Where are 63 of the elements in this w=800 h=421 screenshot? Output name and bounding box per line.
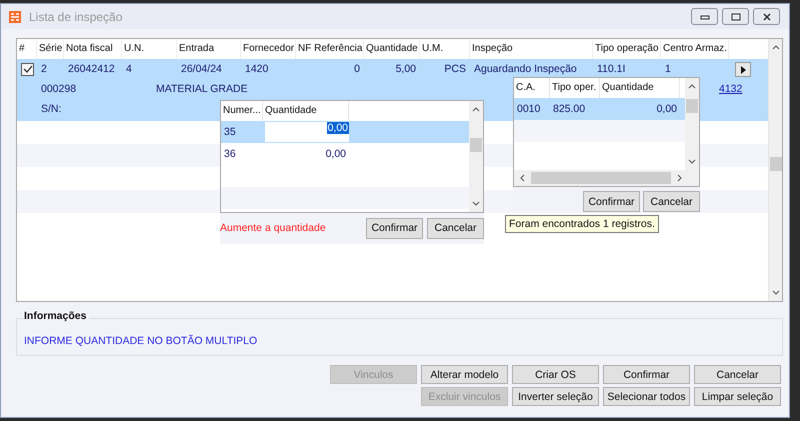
table-cell-text: 0010 xyxy=(516,103,542,115)
popup-button[interactable]: Confirmar xyxy=(583,191,640,212)
scrollbar-thumb[interactable] xyxy=(770,157,782,171)
table-cell-text: S/N: xyxy=(40,103,62,115)
app-icon xyxy=(9,10,21,22)
scroll-down-icon[interactable] xyxy=(472,201,480,207)
action-button[interactable]: Confirmar xyxy=(603,365,690,384)
maximize-icon xyxy=(730,12,740,20)
action-button[interactable]: Inverter seleção xyxy=(512,387,599,406)
scroll-up-icon[interactable] xyxy=(688,83,696,89)
scroll-left-icon[interactable] xyxy=(519,174,525,182)
table-cell-text: Aguardando Inspeção xyxy=(473,63,578,75)
list-row[interactable]: 36 0,00 xyxy=(221,143,469,165)
table-cell-text: 2 xyxy=(40,63,48,75)
table-cell-text: 1420 xyxy=(244,63,270,75)
caret-right-icon xyxy=(740,66,746,74)
tooltip: Foram encontrados 1 registros. xyxy=(505,215,659,233)
group-title: Informações xyxy=(24,310,90,322)
minimize-button[interactable] xyxy=(691,8,718,25)
scroll-down-icon[interactable] xyxy=(772,290,780,296)
table-cell-text: 0 xyxy=(353,63,361,75)
table-cell-text: 26/04/24 xyxy=(180,63,223,75)
table-cell-text: 0,00 xyxy=(656,103,678,115)
list-row[interactable]: 35 0,00 xyxy=(221,121,469,143)
row-link[interactable]: 4132 xyxy=(719,83,742,95)
action-button[interactable]: Limpar seleção xyxy=(694,387,781,406)
list-row[interactable]: 0010 825.00 0,00 xyxy=(514,98,685,120)
info-message: INFORME QUANTIDADE NO BOTÃO MULTIPLO xyxy=(24,335,258,347)
table-cell-text: 0,00 xyxy=(324,148,347,160)
minimize-icon xyxy=(700,14,710,20)
table-cell-text: 4 xyxy=(125,63,133,75)
warning-message: Aumente a quantidade xyxy=(220,222,327,234)
scroll-right-icon[interactable] xyxy=(677,174,683,182)
action-button[interactable]: Alterar modelo xyxy=(421,365,508,384)
row-checkbox[interactable] xyxy=(20,62,34,76)
table-cell-text: 825.00 xyxy=(552,103,586,115)
scrollbar-thumb[interactable] xyxy=(686,99,698,113)
scroll-up-icon[interactable] xyxy=(772,44,780,50)
action-button[interactable]: Selecionar todos xyxy=(603,387,690,406)
table-cell-text: 5,00 xyxy=(394,63,417,75)
scrollbar-thumb[interactable] xyxy=(470,138,482,152)
table-cell-text: MATERIAL GRADE xyxy=(155,83,249,95)
popup-button[interactable]: Confirmar xyxy=(366,218,423,238)
table-cell-text: 26042412 xyxy=(67,63,116,75)
action-button[interactable]: Criar OS xyxy=(512,365,599,384)
table-cell-text: PCS xyxy=(443,63,467,75)
expand-button[interactable] xyxy=(735,62,751,77)
window-title: Lista de inspeção xyxy=(29,10,122,24)
table-cell-text: 1 xyxy=(664,63,672,75)
scroll-down-icon[interactable] xyxy=(688,159,696,165)
popup-button[interactable]: Cancelar xyxy=(427,218,484,238)
scroll-up-icon[interactable] xyxy=(472,106,480,112)
scrollbar-thumb[interactable] xyxy=(531,172,671,184)
action-button[interactable]: Cancelar xyxy=(694,365,781,384)
table-cell-text: 110.1I xyxy=(596,63,626,75)
quantity-input[interactable]: 0,00 xyxy=(265,122,349,142)
close-button[interactable] xyxy=(753,8,780,25)
table-cell-text: 35 xyxy=(223,126,237,138)
table-cell-text: 000298 xyxy=(40,83,78,95)
maximize-button[interactable] xyxy=(722,8,749,25)
table-cell-text: 36 xyxy=(223,148,237,160)
close-icon xyxy=(762,12,772,20)
popup-button[interactable]: Cancelar xyxy=(643,191,700,212)
